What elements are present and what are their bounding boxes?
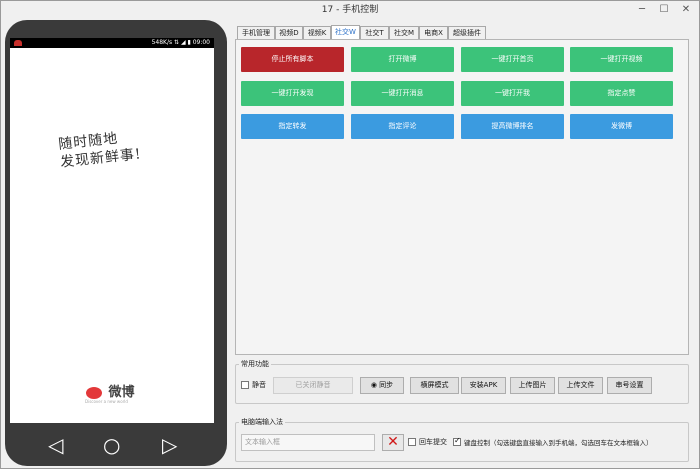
enter-submit-checkbox[interactable] xyxy=(408,438,416,446)
upload-file-button[interactable]: 上传文件 xyxy=(558,377,603,394)
target-comment-button[interactable]: 指定评论 xyxy=(351,114,454,139)
logo-subtitle: Discover a new world xyxy=(85,399,128,404)
tab-phone-manage[interactable]: 手机管理 xyxy=(237,26,275,39)
keyboard-control-checkbox[interactable] xyxy=(453,436,461,446)
x-icon: ✕ xyxy=(387,434,399,450)
post-weibo-button[interactable]: 发微博 xyxy=(570,114,673,139)
common-functions-label: 常用功能 xyxy=(239,359,271,369)
tab-social-m[interactable]: 社交M xyxy=(389,26,419,39)
open-video-button[interactable]: 一键打开视频 xyxy=(570,47,673,72)
tab-social-w[interactable]: 社交W xyxy=(331,25,360,39)
open-messages-button[interactable]: 一键打开消息 xyxy=(351,81,454,106)
keyboard-control-label: 键盘控制（勾选键盘直接输入到手机端，勾选回车在文本框输入） xyxy=(464,439,653,447)
mute-checkbox[interactable] xyxy=(241,381,249,389)
tab-ecommerce-x[interactable]: 电商X xyxy=(419,26,448,39)
pc-input-label: 电脑端输入法 xyxy=(239,417,285,427)
back-nav-icon[interactable]: ◁ xyxy=(48,433,63,457)
target-like-button[interactable]: 指定点赞 xyxy=(570,81,673,106)
sync-radio-icon: ◉ xyxy=(370,381,380,389)
window-title: 17 - 手机控制 xyxy=(321,5,379,15)
logo-text: 微博 xyxy=(108,385,135,400)
title-bar: 17 - 手机控制 ─ ☐ ✕ xyxy=(1,1,699,19)
install-apk-button[interactable]: 安装APK xyxy=(461,377,506,394)
tab-social-t[interactable]: 社交T xyxy=(360,26,389,39)
landscape-mode-button[interactable]: 横屏模式 xyxy=(410,377,459,394)
open-me-button[interactable]: 一键打开我 xyxy=(461,81,564,106)
closed-mute-button[interactable]: 已关闭静音 xyxy=(273,377,353,394)
tab-video-d[interactable]: 视频D xyxy=(275,26,303,39)
weibo-eye-icon xyxy=(86,386,102,399)
minimize-button[interactable]: ─ xyxy=(631,1,653,19)
tab-super-plugin[interactable]: 超级插件 xyxy=(448,26,486,39)
home-nav-icon[interactable]: ○ xyxy=(103,433,120,457)
status-text: 548K/s ⇅ ◢ ▮ 09:00 xyxy=(151,39,210,46)
tab-video-k[interactable]: 视频K xyxy=(303,26,331,39)
recent-nav-icon[interactable]: ▷ xyxy=(162,433,177,457)
open-discover-button[interactable]: 一键打开发现 xyxy=(241,81,344,106)
upload-image-button[interactable]: 上传图片 xyxy=(510,377,555,394)
sync-button[interactable]: ◉ 同步 xyxy=(360,377,404,394)
clear-input-button[interactable]: ✕ xyxy=(382,434,404,451)
close-button[interactable]: ✕ xyxy=(675,1,697,19)
text-input[interactable]: 文本输入框 xyxy=(241,434,375,451)
open-weibo-button[interactable]: 打开微博 xyxy=(351,47,454,72)
weibo-logo: 微博 xyxy=(86,381,135,400)
phone-status-bar: 548K/s ⇅ ◢ ▮ 09:00 xyxy=(10,38,214,48)
serial-settings-button[interactable]: 串号设置 xyxy=(607,377,652,394)
phone-nav-bar: ◁ ○ ▷ xyxy=(10,425,214,465)
maximize-button[interactable]: ☐ xyxy=(653,1,675,19)
target-repost-button[interactable]: 指定转发 xyxy=(241,114,344,139)
mute-label: 静音 xyxy=(252,381,266,389)
stop-all-scripts-button[interactable]: 停止所有脚本 xyxy=(241,47,344,72)
enter-submit-label: 回车提交 xyxy=(419,438,447,446)
phone-screen[interactable] xyxy=(10,38,214,423)
notification-icon xyxy=(14,40,22,46)
main-window: 17 - 手机控制 ─ ☐ ✕ 548K/s ⇅ ◢ ▮ 09:00 随时随地 … xyxy=(0,0,700,469)
sync-label: 同步 xyxy=(379,381,394,389)
boost-rank-button[interactable]: 提高微博排名 xyxy=(461,114,564,139)
open-home-button[interactable]: 一键打开首页 xyxy=(461,47,564,72)
